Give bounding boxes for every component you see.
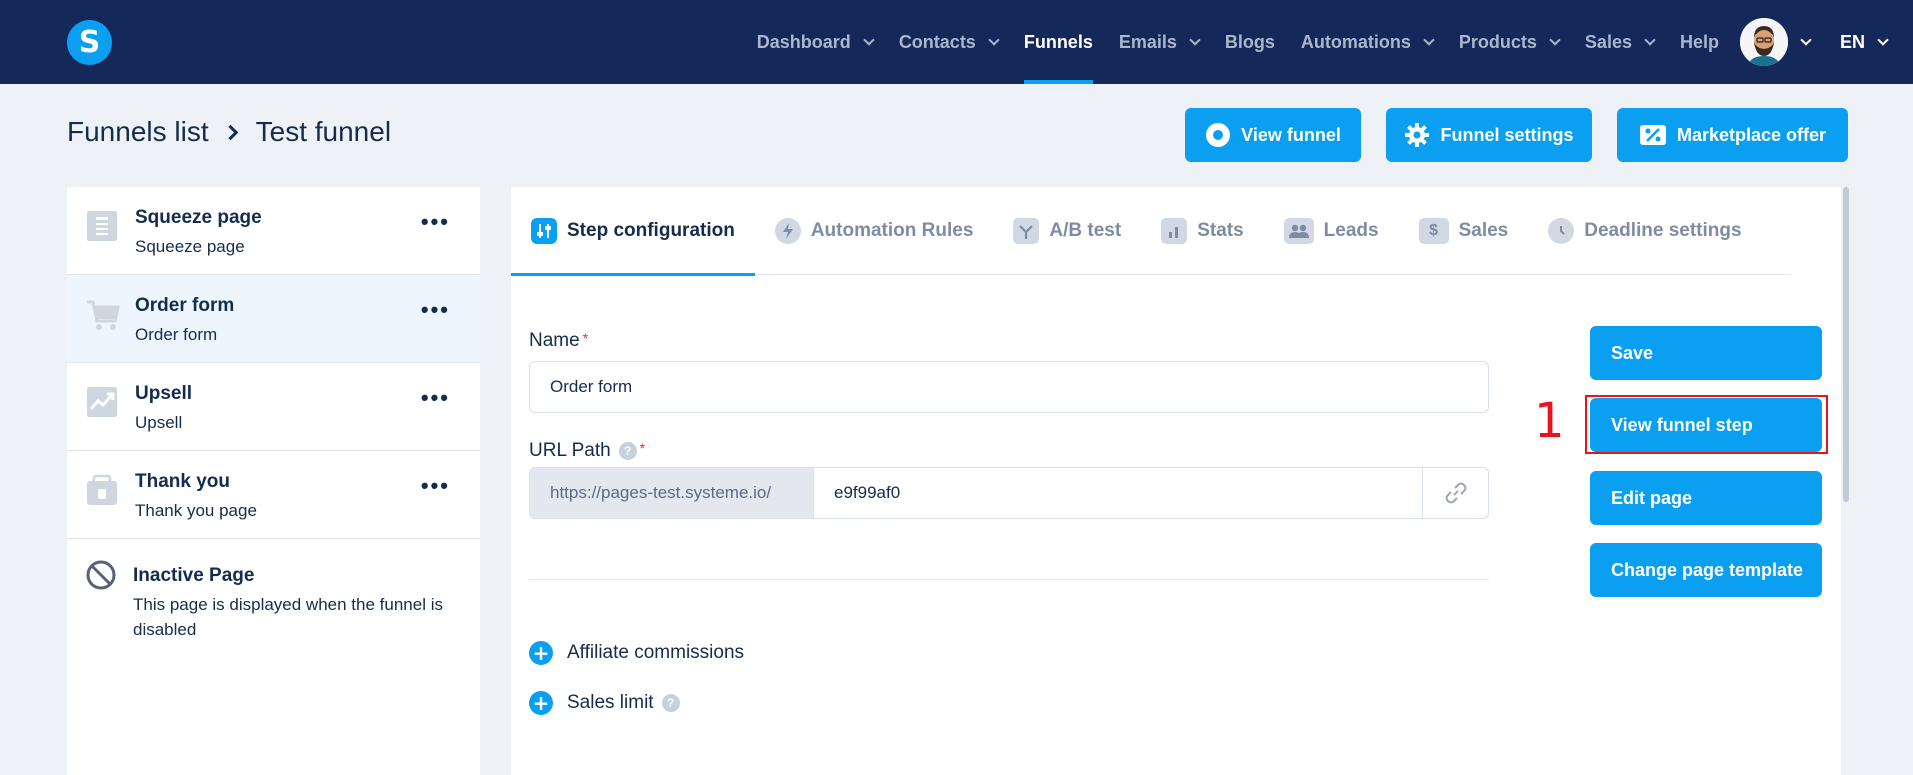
- help-icon[interactable]: ?: [618, 441, 637, 460]
- gift-icon: [85, 473, 119, 507]
- more-options-icon[interactable]: •••: [421, 385, 450, 411]
- divider: [529, 579, 1489, 580]
- step-order-form[interactable]: Order form Order form •••: [67, 275, 480, 363]
- gear-icon: [1404, 122, 1430, 148]
- nav-item-emails[interactable]: Emails: [1106, 0, 1212, 84]
- step-subtitle: Upsell: [135, 413, 183, 432]
- step-tabs: Step configuration Automation Rules A/B …: [511, 187, 1791, 276]
- nav-item-automations[interactable]: Automations: [1288, 0, 1446, 84]
- user-avatar[interactable]: [1739, 18, 1788, 66]
- url-prefix: https://pages-test.systeme.io/: [530, 468, 814, 518]
- step-title: Thank you: [135, 471, 231, 492]
- squeeze-page-icon: [85, 209, 119, 243]
- more-options-icon[interactable]: •••: [421, 473, 450, 499]
- tab-stats[interactable]: Stats: [1141, 187, 1263, 275]
- nav-item-contacts[interactable]: Contacts: [886, 0, 1011, 84]
- tab-ab-test[interactable]: A/B test: [993, 187, 1141, 275]
- more-options-icon[interactable]: •••: [421, 297, 450, 323]
- nav-item-help[interactable]: Help: [1667, 0, 1732, 84]
- funnel-steps-list: Squeeze page Squeeze page ••• Order form…: [67, 187, 480, 775]
- tab-sales[interactable]: $ Sales: [1399, 187, 1529, 275]
- dollar-icon: $: [1418, 218, 1449, 244]
- nav-menu: Dashboard Contacts Funnels Emails Blogs …: [744, 0, 1913, 84]
- name-input[interactable]: Order form: [529, 361, 1489, 413]
- page-title: Test funnel: [255, 116, 392, 147]
- chevron-down-icon: [1877, 33, 1889, 46]
- step-title: Upsell: [135, 383, 193, 404]
- affiliate-commissions-toggle[interactable]: + Affiliate commissions: [529, 641, 744, 665]
- inactive-page-title: Inactive Page: [133, 565, 255, 586]
- scrollbar[interactable]: [1843, 187, 1849, 502]
- tab-leads[interactable]: Leads: [1264, 187, 1399, 275]
- annotation-highlight-box: [1585, 395, 1828, 454]
- required-mark: *: [639, 440, 646, 456]
- chevron-right-icon: [222, 124, 238, 140]
- nav-item-blogs[interactable]: Blogs: [1212, 0, 1288, 84]
- inactive-page-description: This page is displayed when the funnel i…: [133, 595, 443, 639]
- inactive-page-item[interactable]: Inactive Page This page is displayed whe…: [67, 539, 480, 659]
- marketplace-offer-button[interactable]: Marketplace offer: [1617, 108, 1848, 162]
- annotation-marker: 1: [1534, 393, 1565, 449]
- disabled-icon: [85, 559, 117, 591]
- chevron-down-icon: [1644, 33, 1656, 46]
- link-icon: [1445, 482, 1466, 504]
- split-icon: [1013, 218, 1040, 244]
- chevron-down-icon: [1549, 33, 1561, 46]
- step-squeeze-page[interactable]: Squeeze page Squeeze page •••: [67, 187, 480, 275]
- copy-link-button[interactable]: [1422, 468, 1488, 518]
- chevron-down-icon: [988, 33, 1000, 46]
- chevron-down-icon: [863, 33, 875, 46]
- avatar-icon: [1739, 18, 1788, 66]
- chevron-down-icon: [1189, 33, 1201, 46]
- step-title: Order form: [135, 295, 235, 316]
- step-subtitle: Squeeze page: [135, 237, 245, 256]
- chevron-down-icon[interactable]: [1800, 33, 1812, 46]
- step-subtitle: Thank you page: [135, 501, 257, 520]
- chevron-down-icon: [1423, 33, 1435, 46]
- step-upsell[interactable]: Upsell Upsell •••: [67, 363, 480, 451]
- eye-icon: [1205, 122, 1231, 148]
- edit-page-button[interactable]: Edit page: [1590, 471, 1822, 525]
- nav-item-products[interactable]: Products: [1446, 0, 1572, 84]
- nav-item-funnels[interactable]: Funnels: [1011, 0, 1106, 84]
- step-thank-you[interactable]: Thank you Thank you page •••: [67, 451, 480, 539]
- sliders-icon: [531, 218, 557, 244]
- systeme-logo[interactable]: S: [67, 20, 112, 65]
- save-button[interactable]: Save: [1590, 326, 1822, 380]
- step-subtitle: Order form: [135, 325, 218, 344]
- url-path-field: https://pages-test.systeme.io/ e9f99af0: [529, 467, 1489, 519]
- users-icon: [1283, 218, 1314, 244]
- plus-icon: +: [529, 691, 553, 715]
- step-panel: Step configuration Automation Rules A/B …: [511, 187, 1841, 775]
- funnel-settings-button[interactable]: Funnel settings: [1386, 108, 1592, 162]
- url-path-label: URL Path? *: [529, 440, 646, 461]
- plus-icon: +: [529, 641, 553, 665]
- tab-automation-rules[interactable]: Automation Rules: [755, 187, 994, 275]
- language-selector[interactable]: EN: [1840, 32, 1889, 53]
- bar-chart-icon: [1161, 218, 1188, 244]
- sales-limit-toggle[interactable]: + Sales limit ?: [529, 691, 680, 715]
- change-page-template-button[interactable]: Change page template: [1590, 543, 1822, 597]
- nav-item-dashboard[interactable]: Dashboard: [744, 0, 886, 84]
- discount-ticket-icon: [1639, 123, 1667, 147]
- more-options-icon[interactable]: •••: [421, 209, 450, 235]
- help-icon[interactable]: ?: [661, 694, 680, 712]
- upsell-chart-icon: [85, 385, 119, 419]
- tab-deadline-settings[interactable]: Deadline settings: [1528, 187, 1761, 275]
- required-mark: *: [582, 330, 589, 346]
- clock-icon: [1548, 218, 1575, 244]
- nav-item-sales[interactable]: Sales: [1572, 0, 1667, 84]
- breadcrumb: Funnels list Test funnel: [67, 116, 391, 148]
- step-title: Squeeze page: [135, 207, 262, 228]
- view-funnel-button[interactable]: View funnel: [1185, 108, 1361, 162]
- breadcrumb-funnels-list[interactable]: Funnels list: [67, 116, 209, 148]
- top-navigation: S Dashboard Contacts Funnels Emails Blog…: [0, 0, 1913, 84]
- tab-step-configuration[interactable]: Step configuration: [511, 187, 755, 276]
- url-path-input[interactable]: e9f99af0: [814, 468, 1422, 518]
- name-label: Name *: [529, 330, 589, 351]
- cart-icon: [85, 297, 120, 331]
- bolt-icon: [774, 218, 801, 244]
